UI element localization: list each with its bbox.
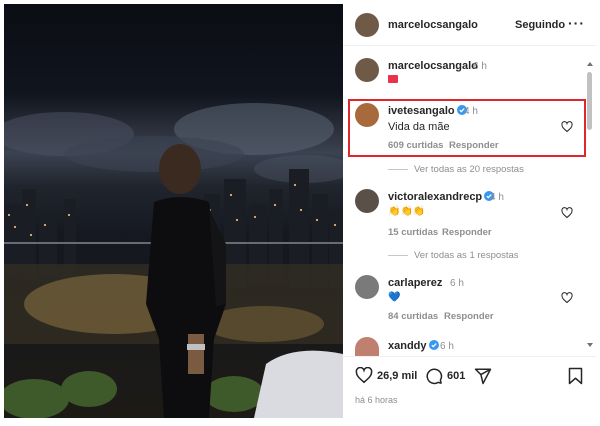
comment-likes[interactable]: 84 curtidas bbox=[388, 311, 438, 322]
comment-avatar[interactable] bbox=[355, 189, 379, 213]
comment-username-text: xanddy bbox=[388, 340, 427, 352]
comment-time: 4 h bbox=[464, 106, 478, 117]
heart-icon[interactable] bbox=[561, 207, 573, 219]
view-replies-button[interactable]: Ver todas as 1 respostas bbox=[388, 250, 519, 261]
actions-bar: 26,9 mil 601 há 6 horas bbox=[343, 356, 596, 418]
author-avatar[interactable] bbox=[355, 13, 379, 37]
comment-time: 6 h bbox=[440, 341, 454, 352]
comment-likes-text: 84 curtidas bbox=[388, 311, 439, 322]
caption-time: 6 h bbox=[473, 61, 487, 72]
reply-label: Responder bbox=[449, 140, 499, 151]
comment-likes[interactable]: 609 curtidas bbox=[388, 140, 443, 151]
view-replies-button[interactable]: Ver todas as 20 respostas bbox=[388, 164, 524, 175]
post-header: marcelocsangalo Seguindo ··· bbox=[343, 4, 596, 46]
comment-username-text: ivetesangalo bbox=[388, 105, 455, 117]
author-username[interactable]: marcelocsangalo bbox=[388, 19, 478, 31]
comment-icon[interactable] bbox=[425, 367, 443, 385]
heart-icon[interactable] bbox=[561, 121, 573, 133]
comment-time: 4 h bbox=[490, 192, 504, 203]
more-options-button[interactable]: ··· bbox=[568, 15, 585, 31]
comment-likes-text: 15 curtidas bbox=[388, 227, 439, 238]
comment-likes[interactable]: 15 curtidas bbox=[388, 227, 438, 238]
comment-avatar[interactable] bbox=[355, 103, 379, 127]
night-city-photo bbox=[4, 103, 343, 418]
reply-button[interactable]: Responder bbox=[444, 311, 494, 322]
comment-avatar[interactable] bbox=[355, 337, 379, 357]
comment-username-text: victoralexandrecp bbox=[388, 191, 483, 203]
likes-count[interactable]: 26,9 mil bbox=[377, 370, 417, 382]
comment-username[interactable]: victoralexandrecp bbox=[388, 191, 495, 203]
caption-username[interactable]: marcelocsangalo bbox=[388, 60, 478, 72]
scrollbar-thumb[interactable] bbox=[587, 72, 592, 130]
comment-username[interactable]: ivetesangalo bbox=[388, 105, 467, 117]
reply-button[interactable]: Responder bbox=[442, 227, 492, 238]
replies-divider bbox=[388, 254, 408, 256]
comment-avatar[interactable] bbox=[355, 275, 379, 299]
post-panel: marcelocsangalo Seguindo ··· marcelocsan… bbox=[343, 4, 596, 418]
post-photo[interactable] bbox=[4, 4, 343, 418]
flag-emoji-icon bbox=[388, 75, 398, 83]
reply-label: Responder bbox=[442, 227, 492, 238]
share-icon[interactable] bbox=[474, 367, 492, 385]
verified-badge-icon bbox=[428, 340, 439, 350]
comment-text: 💙 bbox=[388, 292, 401, 303]
reply-label: Responder bbox=[444, 311, 494, 322]
comment-likes-text: 609 curtidas bbox=[388, 140, 444, 151]
view-replies-text: Ver todas as 1 respostas bbox=[414, 250, 519, 261]
view-replies-text: Ver todas as 20 respostas bbox=[414, 164, 524, 175]
reply-button[interactable]: Responder bbox=[449, 140, 499, 151]
comments-scrollbar[interactable] bbox=[587, 62, 593, 347]
replies-divider bbox=[388, 168, 408, 170]
comment-username[interactable]: xanddy bbox=[388, 340, 439, 352]
comment-text: Vida da mãe bbox=[388, 121, 450, 133]
comments-count[interactable]: 601 bbox=[447, 370, 465, 382]
scroll-down-arrow-icon[interactable] bbox=[587, 343, 593, 347]
comment-username[interactable]: carlaperez bbox=[388, 277, 442, 289]
comment-text: 👏👏👏 bbox=[388, 206, 426, 217]
heart-icon[interactable] bbox=[561, 292, 573, 304]
posted-ago: há 6 horas bbox=[355, 395, 398, 405]
caption-avatar[interactable] bbox=[355, 58, 379, 82]
following-button[interactable]: Seguindo bbox=[515, 19, 565, 31]
scroll-up-arrow-icon[interactable] bbox=[587, 62, 593, 66]
comment-time: 6 h bbox=[450, 278, 464, 289]
bookmark-icon[interactable] bbox=[568, 367, 583, 385]
heart-icon[interactable] bbox=[355, 367, 373, 384]
